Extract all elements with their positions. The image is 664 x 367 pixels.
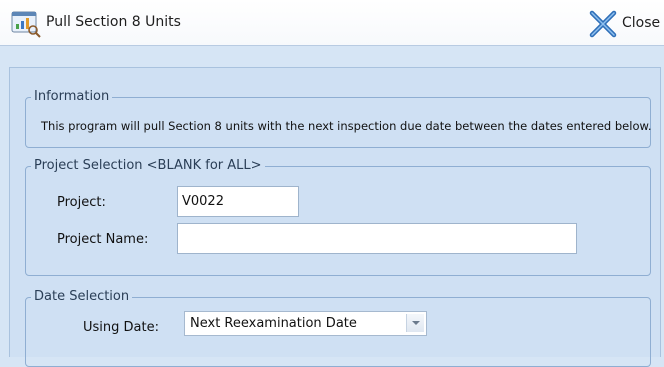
form-panel: Information This program will pull Secti…	[9, 67, 661, 367]
project-label: Project:	[57, 195, 106, 210]
project-selection-legend: Project Selection <BLANK for ALL>	[31, 157, 265, 175]
project-name-label: Project Name:	[57, 232, 149, 247]
information-legend: Information	[31, 88, 113, 106]
close-button[interactable]: Close	[588, 8, 660, 40]
window-title: Pull Section 8 Units	[46, 14, 181, 30]
using-date-label: Using Date:	[83, 320, 159, 335]
information-group: Information This program will pull Secti…	[25, 88, 652, 148]
project-name-input[interactable]	[177, 223, 577, 254]
using-date-value: Next Reexamination Date	[190, 316, 357, 331]
chevron-down-icon[interactable]	[406, 314, 424, 332]
close-button-label: Close	[622, 15, 661, 31]
project-selection-group: Project Selection <BLANK for ALL> Projec…	[25, 157, 651, 276]
using-date-dropdown[interactable]: Next Reexamination Date	[184, 311, 427, 336]
close-x-icon	[589, 10, 617, 38]
title-bar: Pull Section 8 Units Close	[0, 0, 664, 46]
information-text: This program will pull Section 8 units w…	[41, 119, 652, 133]
project-input[interactable]	[177, 186, 299, 217]
report-chart-icon	[11, 11, 41, 38]
date-selection-legend: Date Selection	[31, 288, 133, 306]
